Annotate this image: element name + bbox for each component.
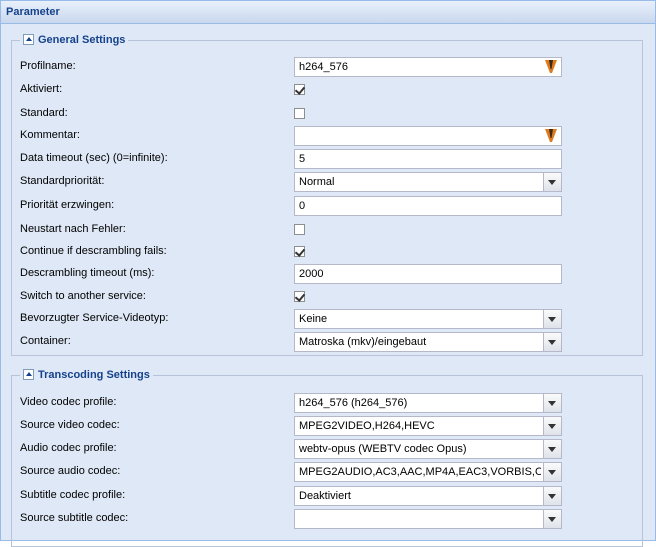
collapse-icon[interactable]: [23, 34, 34, 45]
form-row-source-audio-codec: Source audio codec: MPEG2AUDIO,AC3,AAC,MP…: [20, 462, 632, 482]
kommentar-input[interactable]: [294, 126, 562, 146]
field-label: Standardpriorität:: [20, 175, 105, 187]
transcoding-settings-fieldset: Transcoding Settings Video codec profile…: [11, 368, 643, 547]
profilname-input[interactable]: h264_576: [294, 57, 562, 77]
standardpriorität-select[interactable]: Normal: [294, 172, 562, 192]
subtitle-codec-profile-select[interactable]: Deaktiviert: [294, 486, 562, 506]
collapse-icon[interactable]: [23, 369, 34, 380]
form-row-bevorzugter-service-videotyp: Bevorzugter Service-Videotyp: Keine: [20, 309, 632, 329]
field-value: Deaktiviert: [299, 490, 351, 502]
field-value: 0: [299, 200, 306, 212]
field-label: Switch to another service:: [20, 290, 146, 302]
form-row-source-subtitle-codec: Source subtitle codec:: [20, 509, 632, 529]
form-row-subtitle-codec-profile: Subtitle codec profile: Deaktiviert: [20, 486, 632, 506]
field-value: h264_576: [299, 61, 348, 73]
field-label: Subtitle codec profile:: [20, 489, 126, 501]
field-value: h264_576 (h264_576): [299, 397, 408, 409]
field-label: Aktiviert:: [20, 83, 63, 95]
form-row-profilname: Profilname: h264_576: [20, 57, 632, 77]
field-label: Source subtitle codec:: [20, 512, 129, 524]
dropdown-arrow-icon[interactable]: [543, 310, 561, 328]
switch-to-another-service-checkbox[interactable]: [294, 291, 305, 302]
field-value: MPEG2VIDEO,H264,HEVC: [299, 420, 435, 432]
field-label: Descrambling timeout (ms):: [20, 267, 155, 279]
form-row-standard: Standard:: [20, 104, 632, 124]
video-codec-profile-select[interactable]: h264_576 (h264_576): [294, 393, 562, 413]
field-label: Standard:: [20, 107, 68, 119]
dropdown-arrow-icon[interactable]: [543, 510, 561, 528]
general-settings-fieldset: General Settings Profilname: h264_576 Akti…: [11, 33, 643, 356]
field-label: Video codec profile:: [20, 396, 117, 408]
form-row-switch-to-another-service: Switch to another service:: [20, 287, 632, 307]
field-label: Audio codec profile:: [20, 442, 117, 454]
field-label: Container:: [20, 335, 71, 347]
dropdown-arrow-icon[interactable]: [543, 463, 561, 481]
panel-title: Parameter: [1, 1, 655, 24]
audio-codec-profile-select[interactable]: webtv-opus (WEBTV codec Opus): [294, 439, 562, 459]
source-audio-codec-select[interactable]: MPEG2AUDIO,AC3,AAC,MP4A,EAC3,VORBIS,OPUS: [294, 462, 562, 482]
panel-body: General Settings Profilname: h264_576 Akti…: [1, 24, 655, 547]
form-row-standardpriorität: Standardpriorität: Normal: [20, 172, 632, 192]
field-value: 2000: [299, 268, 324, 280]
aktiviert-checkbox[interactable]: [294, 84, 305, 95]
dropdown-arrow-icon[interactable]: [543, 333, 561, 351]
field-label: Profilname:: [20, 60, 76, 72]
data-timeout-sec-0-infinite-input[interactable]: 5: [294, 149, 562, 169]
form-row-neustart-nach-fehler: Neustart nach Fehler:: [20, 220, 632, 240]
form-row-video-codec-profile: Video codec profile: h264_576 (h264_576): [20, 393, 632, 413]
field-value: 5: [299, 153, 306, 165]
form-row-continue-if-descrambling-fails: Continue if descrambling fails:: [20, 242, 632, 262]
continue-if-descrambling-fails-checkbox[interactable]: [294, 246, 305, 257]
general-settings-legend[interactable]: General Settings: [20, 33, 129, 47]
neustart-nach-fehler-checkbox[interactable]: [294, 224, 305, 235]
bevorzugter-service-videotyp-select[interactable]: Keine: [294, 309, 562, 329]
standard-checkbox[interactable]: [294, 108, 305, 119]
pencil-dropper-icon[interactable]: [545, 129, 557, 143]
form-row-audio-codec-profile: Audio codec profile: webtv-opus (WEBTV co…: [20, 439, 632, 459]
pencil-dropper-icon[interactable]: [545, 60, 557, 74]
field-value: Keine: [299, 313, 328, 325]
form-row-data-timeout-sec-0-infinite: Data timeout (sec) (0=infinite): 5: [20, 149, 632, 169]
priorität-erzwingen-input[interactable]: 0: [294, 196, 562, 216]
field-label: Neustart nach Fehler:: [20, 223, 126, 235]
source-subtitle-codec-select[interactable]: [294, 509, 562, 529]
field-label: Bevorzugter Service-Videotyp:: [20, 312, 169, 324]
general-settings-title: General Settings: [38, 34, 126, 46]
field-label: Priorität erzwingen:: [20, 199, 115, 211]
form-row-kommentar: Kommentar:: [20, 126, 632, 146]
field-value: MPEG2AUDIO,AC3,AAC,MP4A,EAC3,VORBIS,OPUS: [299, 466, 541, 478]
form-row-aktiviert: Aktiviert:: [20, 80, 632, 100]
field-label: Data timeout (sec) (0=infinite):: [20, 152, 168, 164]
field-label: Source video codec:: [20, 419, 120, 431]
field-value: Matroska (mkv)/eingebaut: [299, 336, 427, 348]
transcoding-settings-title: Transcoding Settings: [38, 369, 150, 381]
field-value: Normal: [299, 176, 335, 188]
transcoding-settings-legend[interactable]: Transcoding Settings: [20, 368, 153, 382]
form-row-container: Container: Matroska (mkv)/eingebaut: [20, 332, 632, 352]
dropdown-arrow-icon[interactable]: [543, 394, 561, 412]
parameter-panel: Parameter General Settings Profilname: h2…: [0, 0, 656, 547]
dropdown-arrow-icon[interactable]: [543, 440, 561, 458]
container-select[interactable]: Matroska (mkv)/eingebaut: [294, 332, 562, 352]
form-row-source-video-codec: Source video codec: MPEG2VIDEO,H264,HEVC: [20, 416, 632, 436]
form-row-priorität-erzwingen: Priorität erzwingen: 0: [20, 196, 632, 216]
dropdown-arrow-icon[interactable]: [543, 417, 561, 435]
source-video-codec-select[interactable]: MPEG2VIDEO,H264,HEVC: [294, 416, 562, 436]
descrambling-timeout-ms-input[interactable]: 2000: [294, 264, 562, 284]
field-value: webtv-opus (WEBTV codec Opus): [299, 443, 467, 455]
field-label: Source audio codec:: [20, 465, 121, 477]
form-row-descrambling-timeout-ms: Descrambling timeout (ms): 2000: [20, 264, 632, 284]
field-label: Kommentar:: [20, 129, 80, 141]
dropdown-arrow-icon[interactable]: [543, 173, 561, 191]
dropdown-arrow-icon[interactable]: [543, 487, 561, 505]
field-label: Continue if descrambling fails:: [20, 245, 167, 257]
